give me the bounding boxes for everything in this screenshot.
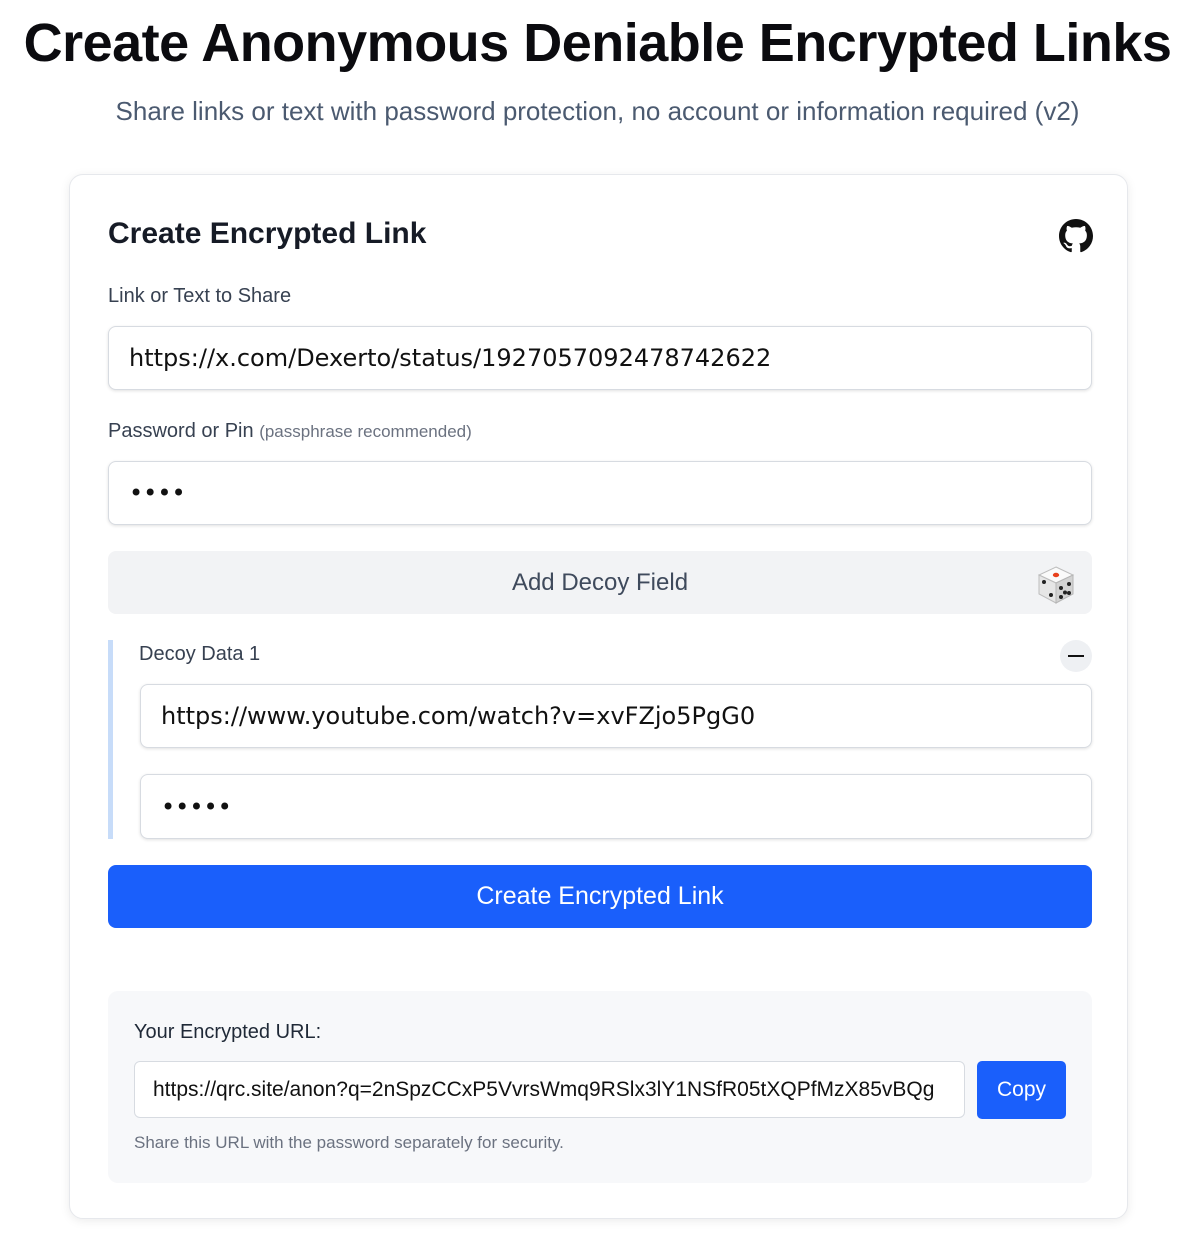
decoy-link-input[interactable]: [140, 684, 1092, 748]
remove-decoy-button[interactable]: [1060, 640, 1092, 672]
result-note: Share this URL with the password separat…: [134, 1133, 564, 1152]
password-label-text: Password or Pin: [108, 420, 254, 442]
result-label: Your Encrypted URL:: [134, 1021, 322, 1043]
dice-icon: [1037, 566, 1075, 604]
minus-icon: [1068, 655, 1084, 657]
decoy-password-input[interactable]: [140, 774, 1092, 839]
github-icon[interactable]: [1059, 219, 1093, 253]
create-encrypted-link-button[interactable]: Create Encrypted Link: [108, 865, 1092, 928]
password-input[interactable]: [108, 461, 1092, 525]
password-field-label: Password or Pin (passphrase recommended): [108, 420, 472, 443]
create-link-card: Create Encrypted Link Link or Text to Sh…: [69, 174, 1128, 1219]
card-title: Create Encrypted Link: [108, 217, 427, 250]
link-field-label: Link or Text to Share: [108, 285, 292, 307]
link-input[interactable]: [108, 326, 1092, 390]
result-panel: Your Encrypted URL: Copy Share this URL …: [108, 991, 1092, 1183]
decoy-section-bar: [108, 640, 113, 839]
add-decoy-button[interactable]: Add Decoy Field: [108, 551, 1092, 614]
page-title: Create Anonymous Deniable Encrypted Link…: [23, 13, 1172, 73]
encrypted-url-field[interactable]: [134, 1061, 965, 1118]
copy-button[interactable]: Copy: [977, 1061, 1066, 1119]
decoy-data-label: Decoy Data 1: [139, 643, 261, 665]
page-subtitle: Share links or text with password protec…: [115, 96, 1080, 126]
password-hint: (passphrase recommended): [259, 422, 472, 441]
